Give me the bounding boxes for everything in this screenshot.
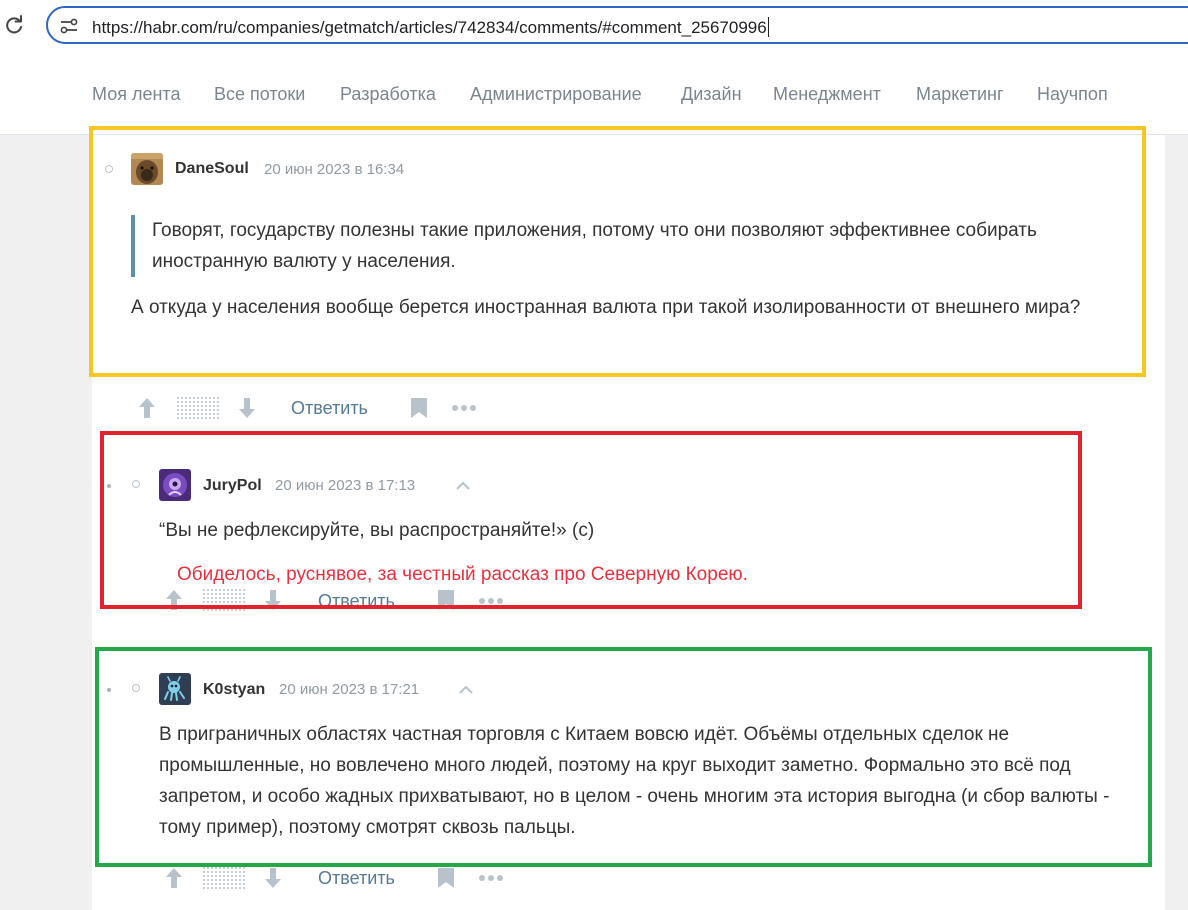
- chevron-up-icon[interactable]: [458, 685, 474, 695]
- comment-text: “Вы не рефлексируйте, вы распространяйте…: [159, 520, 595, 541]
- nav-item-design[interactable]: Дизайн: [681, 84, 742, 105]
- nav-item-all-streams[interactable]: Все потоки: [214, 84, 305, 105]
- comment-author[interactable]: DaneSoul: [175, 160, 249, 178]
- comment-anchor-dot: [105, 165, 113, 173]
- bookmark-icon[interactable]: [437, 589, 455, 611]
- vote-score-placeholder: [202, 866, 246, 890]
- address-bar[interactable]: https://habr.com/ru/companies/getmatch/a…: [46, 6, 1188, 44]
- more-options-icon[interactable]: [451, 404, 477, 412]
- avatar-jurypol[interactable]: [159, 469, 191, 501]
- vote-score-placeholder: [176, 396, 220, 420]
- site-settings-icon[interactable]: [60, 18, 78, 34]
- comment-date[interactable]: 20 июн 2023 в 17:13: [275, 477, 415, 494]
- vote-up-icon[interactable]: [165, 867, 183, 889]
- nav-item-development[interactable]: Разработка: [340, 84, 436, 105]
- bookmark-icon[interactable]: [410, 397, 428, 419]
- nav-item-admin[interactable]: Администрирование: [470, 84, 642, 105]
- reply-button[interactable]: Ответить: [318, 868, 395, 889]
- comment-date[interactable]: 20 июн 2023 в 16:34: [264, 161, 404, 178]
- vote-score-placeholder: [202, 588, 246, 612]
- url-text: https://habr.com/ru/companies/getmatch/a…: [92, 18, 767, 37]
- comment-text: А откуда у населения вообще берется инос…: [131, 297, 1081, 318]
- text-cursor: [767, 17, 769, 37]
- nav-item-marketing[interactable]: Маркетинг: [916, 84, 1004, 105]
- comment-date[interactable]: 20 июн 2023 в 17:21: [279, 681, 419, 698]
- comment-text: В приграничных областях частная торговля…: [159, 724, 1110, 838]
- quote-text: Говорят, государству полезны такие прило…: [152, 220, 1037, 272]
- comment-author[interactable]: JuryPol: [203, 477, 262, 495]
- reload-icon[interactable]: [2, 13, 26, 37]
- nav-item-my-feed[interactable]: Моя лента: [92, 84, 180, 105]
- avatar-danesoul[interactable]: [131, 153, 163, 185]
- url-field[interactable]: https://habr.com/ru/companies/getmatch/a…: [92, 17, 769, 38]
- comment-author[interactable]: K0styan: [203, 681, 265, 699]
- chevron-up-icon[interactable]: [455, 481, 471, 491]
- comment-anchor-dot: [132, 684, 140, 692]
- browser-toolbar: https://habr.com/ru/companies/getmatch/a…: [0, 0, 1188, 54]
- bookmark-icon[interactable]: [437, 867, 455, 889]
- comment-anchor-dot: [132, 480, 140, 488]
- vote-down-icon[interactable]: [264, 867, 282, 889]
- site-navigation: Моя лента Все потоки Разработка Админист…: [0, 54, 1188, 135]
- reply-button[interactable]: Ответить: [291, 398, 368, 419]
- vote-up-icon[interactable]: [165, 589, 183, 611]
- vote-down-icon[interactable]: [264, 589, 282, 611]
- reply-button[interactable]: Ответить: [318, 591, 395, 612]
- nav-item-management[interactable]: Менеджмент: [773, 84, 881, 105]
- avatar-k0styan[interactable]: [159, 673, 191, 705]
- thread-dot: [107, 484, 111, 488]
- thread-dot: [107, 688, 111, 692]
- more-options-icon[interactable]: [478, 597, 504, 605]
- more-options-icon[interactable]: [478, 874, 504, 882]
- nav-item-popsci[interactable]: Научпоп: [1037, 84, 1108, 105]
- annotation-note: Обиделось, руснявое, за честный рассказ …: [177, 564, 748, 585]
- vote-down-icon[interactable]: [238, 397, 256, 419]
- vote-up-icon[interactable]: [138, 397, 156, 419]
